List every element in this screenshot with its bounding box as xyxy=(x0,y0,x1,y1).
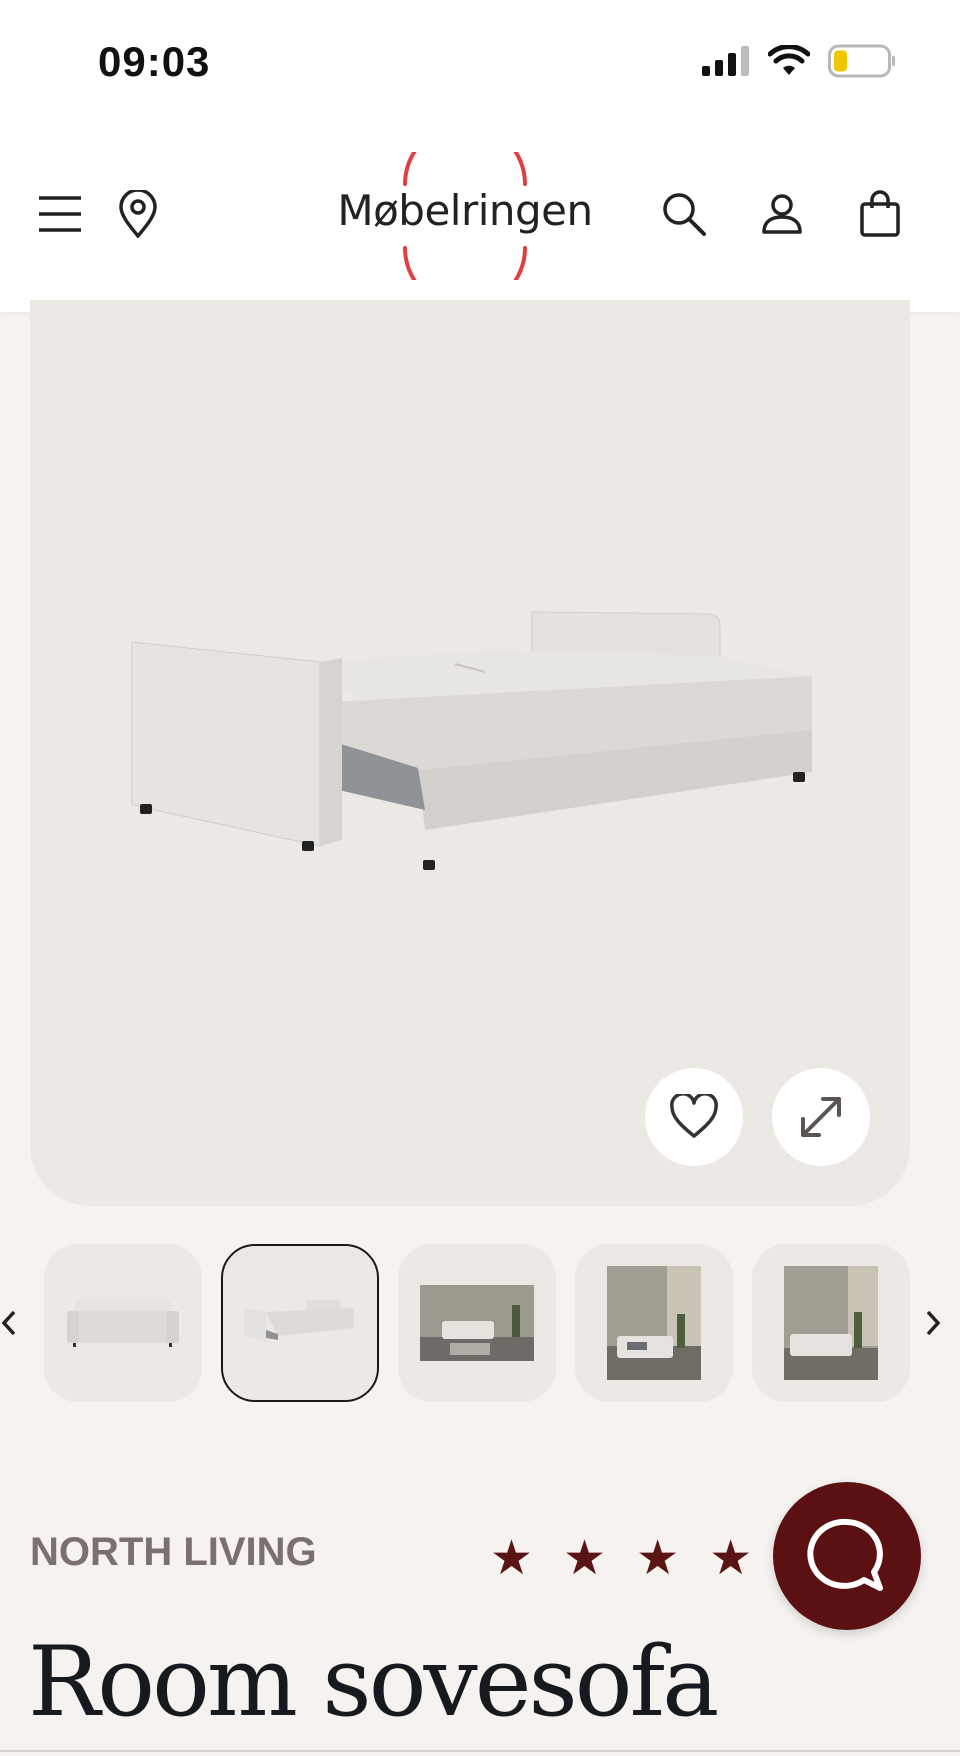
star-icon: ★ xyxy=(563,1530,607,1586)
living-room-thumbnail-image xyxy=(420,1285,534,1361)
thumbnail-prev-arrow[interactable] xyxy=(0,1300,30,1346)
chevron-left-icon xyxy=(1,1310,16,1336)
logo-text: Møbelringen xyxy=(337,186,593,235)
status-bar: 09:03 xyxy=(0,0,960,124)
thumbnail-sofa[interactable] xyxy=(44,1244,202,1402)
thumbnail-living-room-1[interactable] xyxy=(398,1244,556,1402)
star-icon: ★ xyxy=(709,1530,753,1586)
account-icon[interactable] xyxy=(752,184,812,244)
star-icon: ★ xyxy=(490,1530,534,1586)
product-gallery[interactable] xyxy=(30,300,910,1206)
product-title: Room sovesofa xyxy=(28,1626,719,1738)
heart-icon xyxy=(670,1094,718,1138)
wifi-icon xyxy=(768,45,810,75)
star-icon: ★ xyxy=(636,1530,680,1586)
living-room-thumbnail-image xyxy=(784,1266,878,1380)
favorite-button[interactable] xyxy=(645,1068,743,1166)
site-logo[interactable]: Møbelringen xyxy=(330,152,600,280)
product-brand[interactable]: NORTH LIVING xyxy=(30,1530,317,1575)
status-icons xyxy=(702,44,896,78)
thumbnail-living-room-3[interactable] xyxy=(752,1244,910,1402)
divider xyxy=(0,1750,960,1752)
thumbnail-living-room-2[interactable] xyxy=(575,1244,733,1402)
sofa-bed-image xyxy=(131,611,812,870)
chat-bubble-icon xyxy=(807,1518,883,1591)
fullscreen-button[interactable] xyxy=(772,1068,870,1166)
search-icon[interactable] xyxy=(654,184,714,244)
chat-button[interactable] xyxy=(773,1482,921,1630)
chevron-right-icon xyxy=(926,1310,941,1336)
site-header: Møbelringen xyxy=(0,124,960,312)
sofa-bed-thumbnail-image xyxy=(244,1300,354,1342)
status-time: 09:03 xyxy=(98,38,211,85)
expand-icon xyxy=(801,1097,841,1137)
living-room-thumbnail-image xyxy=(607,1266,701,1380)
thumbnail-next-arrow[interactable] xyxy=(920,1300,950,1346)
sofa-thumbnail-image xyxy=(67,1299,179,1347)
thumbnail-sofa-bed[interactable] xyxy=(221,1244,379,1402)
thumbnail-strip xyxy=(0,1244,960,1404)
shopping-bag-icon[interactable] xyxy=(850,184,910,244)
location-pin-icon[interactable] xyxy=(108,184,168,244)
rating-stars[interactable]: ★ ★ ★ ★ xyxy=(490,1534,752,1582)
battery-icon xyxy=(828,44,895,78)
cellular-signal-icon xyxy=(702,46,749,76)
menu-icon[interactable] xyxy=(30,184,90,244)
